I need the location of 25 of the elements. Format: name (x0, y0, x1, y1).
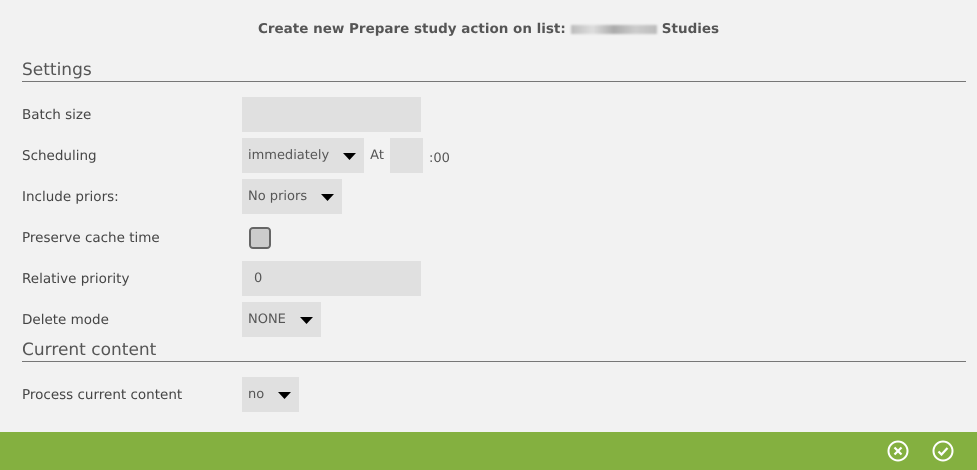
caret-icon (278, 392, 292, 399)
dialog-title: Studies (662, 21, 720, 37)
dropdown[interactable]: NONE (242, 302, 321, 337)
field-label: Include priors: (22, 188, 120, 204)
section-heading: Current content (22, 340, 966, 362)
dropdown[interactable]: immediately (242, 138, 364, 173)
confirm-icon[interactable] (932, 440, 954, 462)
field-label: Batch size (22, 106, 92, 122)
field-label: Delete mode (22, 312, 110, 328)
field-label: Relative priority (22, 270, 130, 286)
minutes-label: :00 (428, 151, 450, 166)
caret-icon (300, 317, 313, 324)
dropdown[interactable]: no (242, 377, 300, 412)
at-label: At (370, 148, 384, 163)
input-field[interactable]: 0 (242, 261, 421, 296)
caret-icon (343, 153, 356, 160)
field-label: Scheduling (22, 148, 98, 164)
section-heading: Settings (22, 60, 966, 82)
field-label: Preserve cache time (22, 230, 161, 246)
checkbox[interactable] (249, 226, 271, 248)
caret-icon (321, 194, 334, 201)
field-label: Process current content (22, 386, 184, 402)
cancel-icon[interactable] (887, 440, 909, 462)
dialog-title: Create new Prepare study action on list: (258, 21, 566, 37)
dropdown[interactable]: No priors (242, 179, 342, 214)
